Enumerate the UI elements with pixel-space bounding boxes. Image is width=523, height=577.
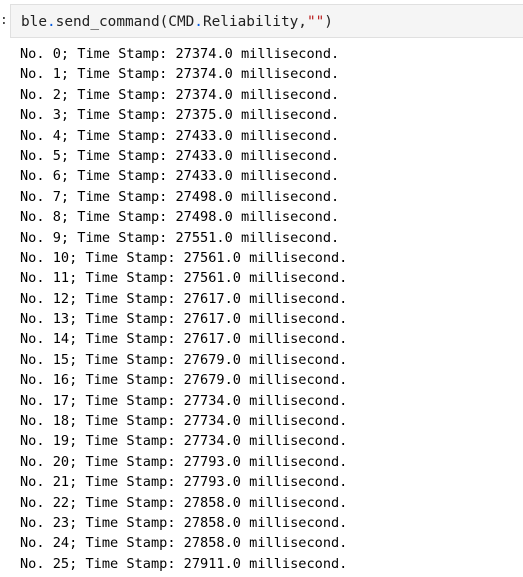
output-line: No. 23; Time Stamp: 27858.0 millisecond. (20, 514, 348, 531)
output-line: No. 10; Time Stamp: 27561.0 millisecond. (20, 249, 348, 266)
output-line: No. 16; Time Stamp: 27679.0 millisecond. (20, 372, 348, 389)
output-line: No. 25; Time Stamp: 27911.0 millisecond. (20, 555, 348, 572)
code-token-str: "" (306, 14, 325, 30)
output-line: No. 19; Time Stamp: 27734.0 millisecond. (20, 433, 348, 450)
code-token-fn: send_command (55, 14, 160, 30)
output-line: No. 18; Time Stamp: 27734.0 millisecond. (20, 413, 348, 430)
output-line: No. 2; Time Stamp: 27374.0 millisecond. (20, 86, 340, 103)
output-line: No. 22; Time Stamp: 27858.0 millisecond. (20, 494, 348, 511)
output-line: No. 13; Time Stamp: 27617.0 millisecond. (20, 311, 348, 328)
output-line: No. 0; Time Stamp: 27374.0 millisecond. (20, 46, 340, 62)
code-token-var: ) (324, 14, 333, 30)
code-token-op: . (47, 14, 56, 30)
output-line: No. 7; Time Stamp: 27498.0 millisecond. (20, 188, 340, 205)
output-line: No. 24; Time Stamp: 27858.0 millisecond. (20, 535, 348, 552)
output-line: No. 3; Time Stamp: 27375.0 millisecond. (20, 107, 340, 124)
code-token-var: (CMD (159, 14, 195, 30)
code-token-attr: Reliability (202, 14, 299, 30)
output-line: No. 20; Time Stamp: 27793.0 millisecond. (20, 453, 348, 470)
output-line: No. 15; Time Stamp: 27679.0 millisecond. (20, 351, 348, 368)
cell-output-area: No. 0; Time Stamp: 27374.0 millisecond. N… (20, 44, 520, 574)
output-line: No. 4; Time Stamp: 27433.0 millisecond. (20, 127, 340, 144)
output-line: No. 17; Time Stamp: 27734.0 millisecond. (20, 392, 348, 409)
input-prompt-marker: : (0, 13, 8, 28)
output-line: No. 11; Time Stamp: 27561.0 millisecond. (20, 270, 348, 287)
code-input-cell[interactable]: ble.send_command(CMD.Reliability,"") (10, 4, 523, 38)
code-token-var: , (298, 14, 307, 30)
output-line: No. 12; Time Stamp: 27617.0 millisecond. (20, 290, 348, 307)
output-line: No. 6; Time Stamp: 27433.0 millisecond. (20, 168, 340, 185)
output-line: No. 8; Time Stamp: 27498.0 millisecond. (20, 209, 340, 226)
code-token-op: . (194, 14, 203, 30)
output-line: No. 1; Time Stamp: 27374.0 millisecond. (20, 66, 340, 83)
output-line: No. 5; Time Stamp: 27433.0 millisecond. (20, 147, 340, 164)
output-line: No. 14; Time Stamp: 27617.0 millisecond. (20, 331, 348, 348)
output-line: No. 21; Time Stamp: 27793.0 millisecond. (20, 474, 348, 491)
output-line: No. 9; Time Stamp: 27551.0 millisecond. (20, 229, 340, 246)
code-token-var: ble (21, 14, 47, 30)
